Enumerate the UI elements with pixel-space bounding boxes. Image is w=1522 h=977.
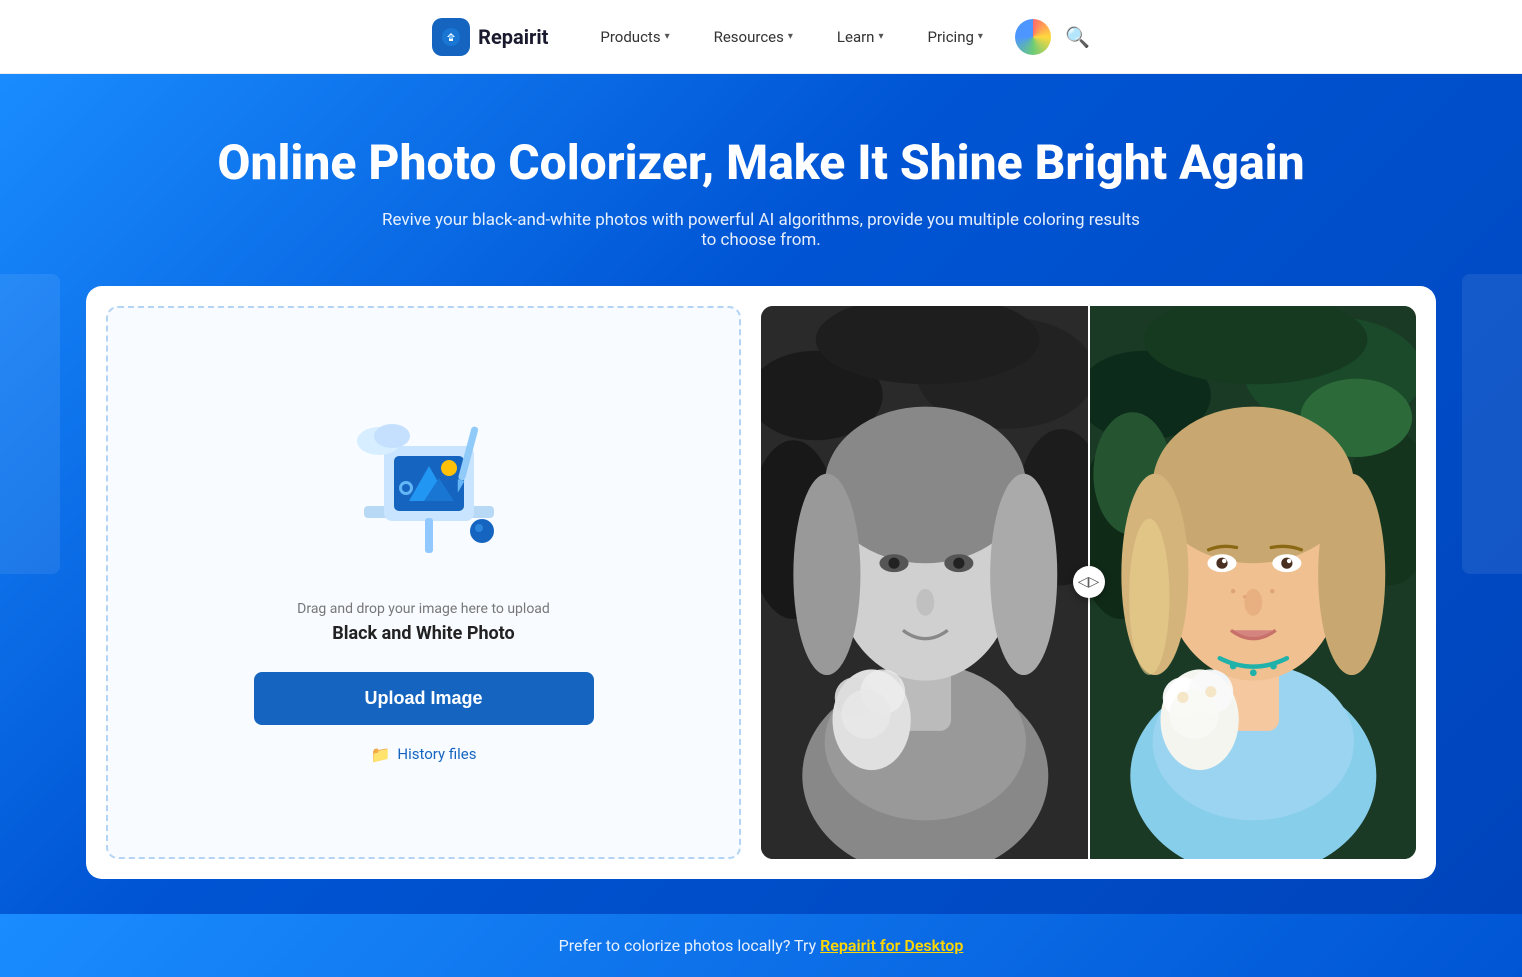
pricing-label: Pricing	[928, 28, 974, 46]
hero-title: Online Photo Colorizer, Make It Shine Br…	[217, 134, 1304, 192]
upload-illustration	[334, 401, 514, 581]
desktop-link[interactable]: Repairit for Desktop	[820, 936, 963, 955]
search-icon[interactable]: 🔍	[1065, 25, 1090, 49]
color-portrait-svg	[1089, 306, 1417, 860]
nav-actions: 🔍	[1015, 19, 1090, 55]
hero-section: Online Photo Colorizer, Make It Shine Br…	[0, 74, 1522, 914]
hero-wrapper: Online Photo Colorizer, Make It Shine Br…	[0, 74, 1522, 977]
nav-item-learn[interactable]: Learn ▾	[815, 0, 906, 74]
folder-icon: 📁	[370, 745, 390, 764]
nav-item-products[interactable]: Products ▾	[578, 0, 691, 74]
bottom-text: Prefer to colorize photos locally? Try R…	[22, 936, 1500, 955]
hero-deco-left	[0, 274, 60, 574]
bottom-static-text: Prefer to colorize photos locally? Try	[559, 936, 820, 955]
products-label: Products	[600, 28, 660, 46]
preview-panel: ◁▷	[761, 306, 1416, 860]
upload-panel: Drag and drop your image here to upload …	[106, 306, 741, 860]
preview-color	[1089, 306, 1417, 860]
logo-icon	[432, 18, 470, 56]
pricing-chevron-icon: ▾	[978, 31, 983, 42]
split-arrows-icon: ◁▷	[1078, 574, 1100, 590]
logo-text: Repairit	[478, 25, 548, 49]
navbar: Repairit Products ▾ Resources ▾ Learn ▾ …	[0, 0, 1522, 74]
preview-split: ◁▷	[761, 306, 1416, 860]
tool-card: Drag and drop your image here to upload …	[86, 286, 1436, 880]
nav-inner: Repairit Products ▾ Resources ▾ Learn ▾ …	[432, 0, 1090, 74]
nav-logo[interactable]: Repairit	[432, 18, 548, 56]
bottom-bar: Prefer to colorize photos locally? Try R…	[0, 914, 1522, 977]
nav-item-resources[interactable]: Resources ▾	[692, 0, 815, 74]
resources-chevron-icon: ▾	[788, 31, 793, 42]
split-handle[interactable]: ◁▷	[1073, 566, 1105, 598]
resources-label: Resources	[714, 28, 784, 46]
file-type-text: Black and White Photo	[332, 623, 514, 644]
nav-item-pricing[interactable]: Pricing ▾	[906, 0, 1005, 74]
drag-drop-text: Drag and drop your image here to upload	[297, 601, 550, 617]
preview-bw	[761, 306, 1089, 860]
learn-chevron-icon: ▾	[878, 31, 883, 42]
bw-portrait-svg	[761, 306, 1089, 860]
history-files-label: History files	[397, 745, 476, 763]
avatar[interactable]	[1015, 19, 1051, 55]
illustration-svg	[334, 406, 514, 576]
hero-deco-right	[1462, 274, 1522, 574]
hero-subtitle: Revive your black-and-white photos with …	[381, 210, 1141, 250]
upload-image-button[interactable]: Upload Image	[254, 672, 594, 725]
history-files-link[interactable]: 📁 History files	[370, 745, 476, 764]
products-chevron-icon: ▾	[665, 31, 670, 42]
learn-label: Learn	[837, 28, 875, 46]
